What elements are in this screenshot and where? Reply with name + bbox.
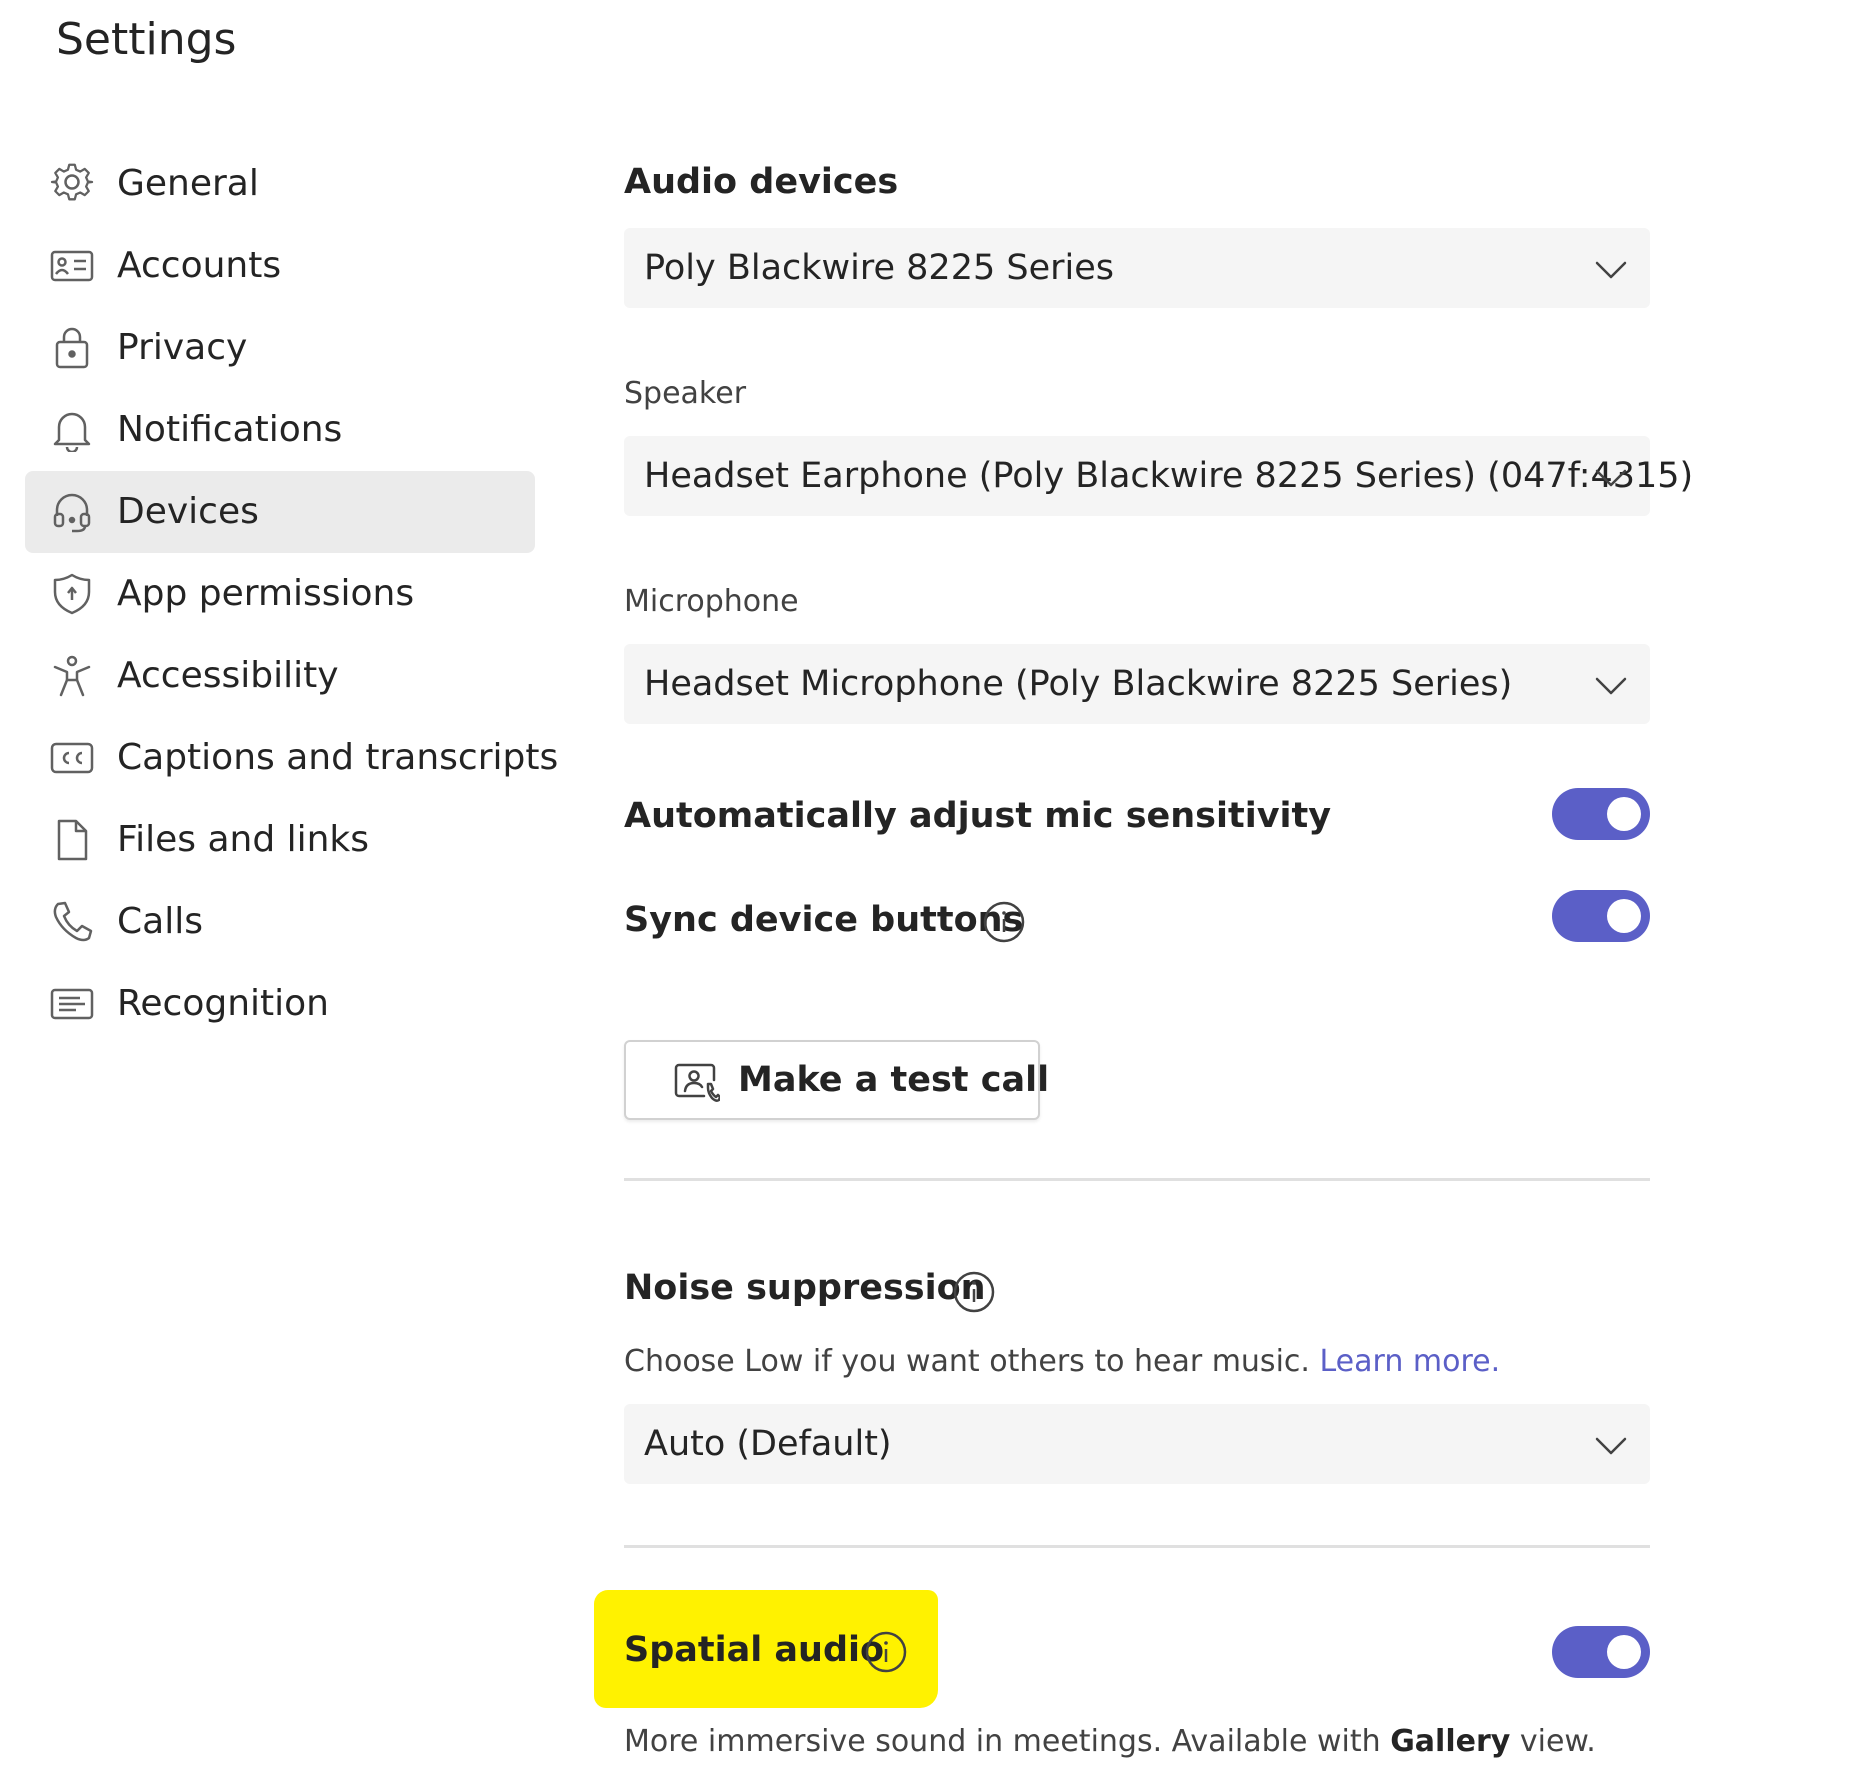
- sidebar-item-files-and-links[interactable]: Files and links: [25, 799, 535, 881]
- speaker-label: Speaker: [624, 376, 747, 411]
- make-test-call-button[interactable]: Make a test call: [624, 1040, 1049, 1120]
- devices-settings-panel: Audio devices Poly Blackwire 8225 Series…: [594, 0, 1693, 1782]
- audio-device-select[interactable]: Poly Blackwire 8225 Series: [624, 228, 1650, 308]
- sidebar-item-label: Notifications: [117, 409, 343, 450]
- chevron-down-icon: [1594, 668, 1628, 702]
- make-test-call-label: Make a test call: [738, 1060, 1050, 1100]
- headset-icon: [50, 490, 94, 534]
- auto-mic-sensitivity-toggle[interactable]: [1552, 788, 1650, 840]
- audio-devices-heading: Audio devices: [624, 162, 899, 202]
- sync-device-buttons-label: Sync device buttons: [624, 900, 1024, 940]
- toggle-knob: [1607, 899, 1641, 933]
- sidebar-item-recognition[interactable]: Recognition: [25, 963, 535, 1045]
- sidebar-item-label: Files and links: [117, 819, 370, 860]
- sidebar-item-general[interactable]: General: [25, 143, 535, 225]
- sidebar-item-label: Calls: [117, 901, 203, 942]
- sidebar-item-label: General: [117, 163, 259, 204]
- sidebar-item-label: Devices: [117, 491, 259, 532]
- learn-more-link[interactable]: Learn more.: [1319, 1344, 1500, 1379]
- sidebar-item-label: Privacy: [117, 327, 248, 368]
- page-title: Settings: [56, 14, 237, 65]
- microphone-select[interactable]: Headset Microphone (Poly Blackwire 8225 …: [624, 644, 1650, 724]
- phone-icon: [50, 900, 94, 944]
- closed-captions-icon: [50, 736, 94, 780]
- sidebar-item-calls[interactable]: Calls: [25, 881, 535, 963]
- test-call-icon: [674, 1062, 720, 1102]
- chevron-down-icon: [1594, 460, 1628, 494]
- id-card-icon: [50, 244, 94, 288]
- chevron-down-icon: [1594, 1428, 1628, 1462]
- section-divider: [624, 1545, 1650, 1548]
- auto-mic-sensitivity-label: Automatically adjust mic sensitivity: [624, 796, 1332, 836]
- settings-sidebar: General Accounts Privacy Notifications D…: [25, 143, 558, 1045]
- sync-device-buttons-toggle[interactable]: [1552, 890, 1650, 942]
- noise-suppression-header: Noise suppression: [624, 1258, 1660, 1318]
- sidebar-item-label: Captions and transcripts: [117, 737, 559, 778]
- sync-device-buttons-row: Sync device buttons: [624, 890, 1660, 950]
- noise-suppression-heading: Noise suppression: [624, 1268, 986, 1308]
- toggle-knob: [1607, 797, 1641, 831]
- microphone-label: Microphone: [624, 584, 799, 619]
- spatial-description-suffix: view.: [1519, 1724, 1596, 1759]
- spatial-description-prefix: More immersive sound in meetings. Availa…: [624, 1724, 1381, 1759]
- accessibility-icon: [50, 654, 94, 698]
- sidebar-item-label: Recognition: [117, 983, 329, 1024]
- info-icon[interactable]: [982, 900, 1026, 944]
- sidebar-item-label: Accessibility: [117, 655, 339, 696]
- info-icon[interactable]: [864, 1630, 908, 1674]
- gallery-view-text: Gallery: [1390, 1724, 1511, 1759]
- sidebar-item-devices[interactable]: Devices: [25, 471, 535, 553]
- microphone-value: Headset Microphone (Poly Blackwire 8225 …: [644, 664, 1513, 704]
- noise-suppression-value: Auto (Default): [644, 1424, 892, 1464]
- speaker-select[interactable]: Headset Earphone (Poly Blackwire 8225 Se…: [624, 436, 1693, 516]
- section-divider: [624, 1178, 1650, 1181]
- sidebar-item-accessibility[interactable]: Accessibility: [25, 635, 535, 717]
- spatial-audio-label: Spatial audio: [624, 1630, 885, 1670]
- noise-description-text: Choose Low if you want others to hear mu…: [624, 1344, 1310, 1379]
- gear-icon: [50, 162, 94, 206]
- file-icon: [50, 818, 94, 862]
- sidebar-item-notifications[interactable]: Notifications: [25, 389, 535, 471]
- shield-icon: [50, 572, 94, 616]
- sidebar-item-label: App permissions: [117, 573, 415, 614]
- sidebar-item-app-permissions[interactable]: App permissions: [25, 553, 535, 635]
- toggle-knob: [1607, 1635, 1641, 1669]
- spatial-audio-description: More immersive sound in meetings. Availa…: [624, 1722, 1596, 1762]
- sidebar-item-label: Accounts: [117, 245, 282, 286]
- noise-suppression-select[interactable]: Auto (Default): [624, 1404, 1650, 1484]
- auto-mic-sensitivity-row: Automatically adjust mic sensitivity: [624, 786, 1660, 846]
- recognition-icon: [50, 982, 94, 1026]
- chevron-down-icon: [1594, 252, 1628, 286]
- sidebar-item-privacy[interactable]: Privacy: [25, 307, 535, 389]
- sidebar-item-captions[interactable]: Captions and transcripts: [25, 717, 558, 799]
- lock-icon: [50, 326, 94, 370]
- spatial-audio-row: Spatial audio: [624, 1620, 1660, 1680]
- bell-icon: [50, 408, 94, 452]
- info-icon[interactable]: [952, 1270, 996, 1314]
- speaker-value: Headset Earphone (Poly Blackwire 8225 Se…: [644, 456, 1694, 496]
- noise-suppression-description: Choose Low if you want others to hear mu…: [624, 1342, 1500, 1382]
- spatial-audio-toggle[interactable]: [1552, 1626, 1650, 1678]
- audio-device-value: Poly Blackwire 8225 Series: [644, 248, 1114, 288]
- sidebar-item-accounts[interactable]: Accounts: [25, 225, 535, 307]
